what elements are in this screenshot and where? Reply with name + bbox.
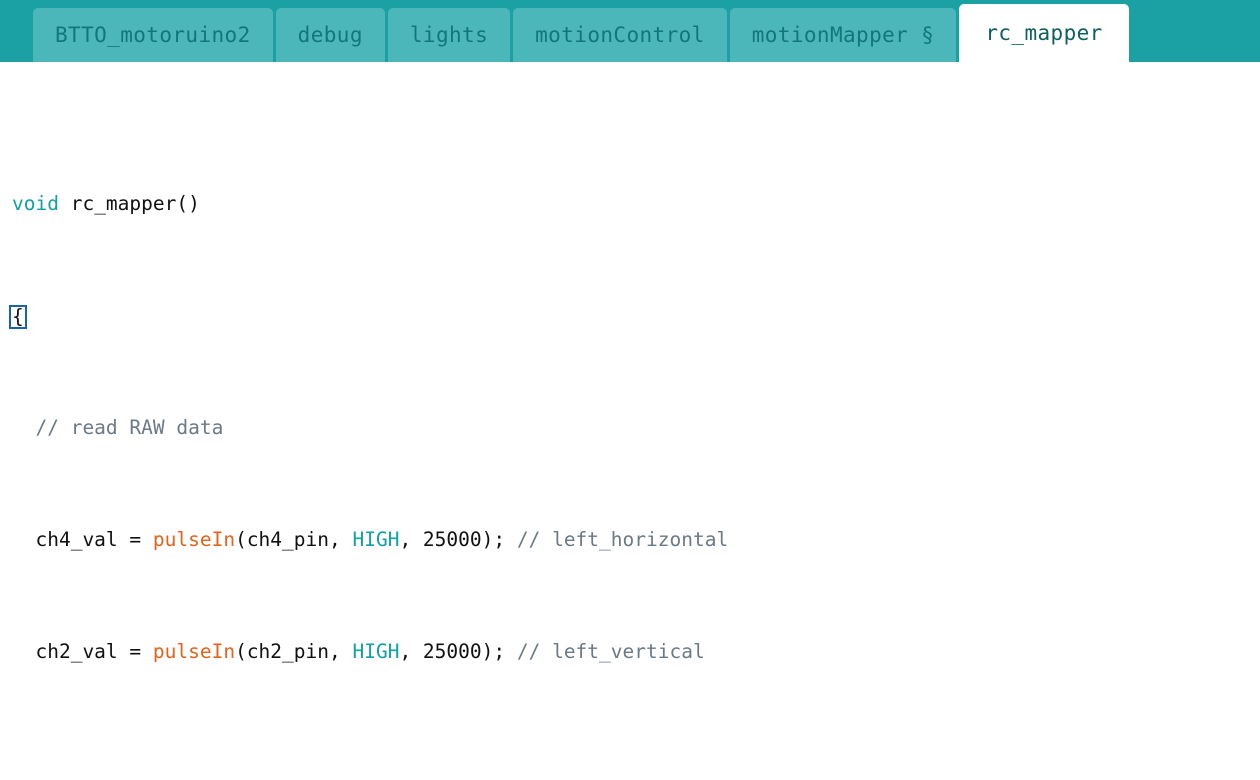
code-text: ch2_val = bbox=[12, 640, 153, 663]
code-text: , 25000); bbox=[399, 640, 517, 663]
tab-label: BTTO_motoruino2 bbox=[55, 23, 251, 47]
tab-label: motionMapper § bbox=[751, 23, 935, 47]
tab-btto-motoruino2[interactable]: BTTO_motoruino2 bbox=[33, 8, 273, 62]
tab-debug[interactable]: debug bbox=[275, 8, 385, 62]
tab-label: motionControl bbox=[535, 23, 705, 47]
tab-lights[interactable]: lights bbox=[387, 8, 511, 62]
keyword-void: void bbox=[12, 192, 59, 215]
code-editor-area[interactable]: void rc_mapper() { // read RAW data ch4_… bbox=[0, 62, 1260, 780]
open-brace-highlighted: { bbox=[9, 305, 27, 329]
keyword-high: HIGH bbox=[352, 640, 400, 663]
keyword-high: HIGH bbox=[352, 528, 400, 551]
code-line-2: { bbox=[9, 302, 1260, 330]
tab-motioncontrol[interactable]: motionControl bbox=[513, 8, 727, 62]
tab-label: rc_mapper bbox=[985, 21, 1103, 45]
code-text: ch4_val = bbox=[12, 528, 153, 551]
code-line-6-blank bbox=[12, 750, 1260, 778]
code-line-3: // read RAW data bbox=[12, 414, 1260, 442]
code-text: , 25000); bbox=[399, 528, 517, 551]
function-pulsein: pulseIn bbox=[152, 528, 236, 551]
code-line-4: ch4_val = pulseIn(ch4_pin, HIGH, 25000);… bbox=[12, 526, 1260, 554]
code-text: (ch2_pin, bbox=[235, 640, 353, 663]
tab-label: lights bbox=[409, 23, 489, 47]
tab-rc-mapper[interactable]: rc_mapper bbox=[959, 4, 1129, 62]
comment-read-raw-data: // read RAW data bbox=[12, 416, 224, 439]
code-line-1: void rc_mapper() bbox=[12, 190, 1260, 218]
code-text: (ch4_pin, bbox=[235, 528, 353, 551]
editor-tab-bar: BTTO_motoruino2 debug lights motionContr… bbox=[0, 0, 1260, 62]
code-line-5: ch2_val = pulseIn(ch2_pin, HIGH, 25000);… bbox=[12, 638, 1260, 666]
function-signature: rc_mapper() bbox=[58, 192, 200, 215]
function-pulsein: pulseIn bbox=[152, 640, 236, 663]
comment-left-horizontal: // left_horizontal bbox=[516, 528, 729, 551]
tab-motionmapper[interactable]: motionMapper § bbox=[729, 8, 957, 62]
comment-left-vertical: // left_vertical bbox=[516, 640, 705, 663]
tab-label: debug bbox=[297, 23, 363, 47]
source-code[interactable]: void rc_mapper() { // read RAW data ch4_… bbox=[0, 106, 1260, 780]
